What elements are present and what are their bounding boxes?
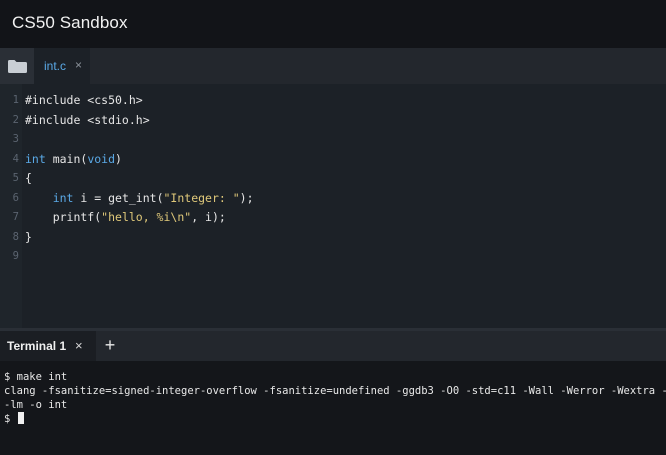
folder-icon bbox=[8, 60, 27, 73]
code-line[interactable]: 4 int main(void) bbox=[0, 150, 666, 170]
close-icon[interactable]: × bbox=[75, 338, 83, 353]
code-line[interactable]: 9 bbox=[0, 247, 666, 267]
code-token: ); bbox=[239, 190, 254, 205]
code-line[interactable]: 8} bbox=[0, 228, 666, 248]
terminal-cursor bbox=[17, 412, 24, 424]
terminal-tab-bar: Terminal 1 × + bbox=[0, 331, 666, 361]
code-line[interactable]: 5{ bbox=[0, 169, 666, 189]
code-editor[interactable]: 1 #include <cs50.h> 2 #include <stdio.h> 3 4 i… bbox=[0, 84, 666, 328]
close-icon[interactable]: × bbox=[75, 58, 82, 72]
file-browser-toggle-button[interactable] bbox=[0, 48, 34, 84]
tab-label: int.c bbox=[44, 59, 67, 73]
code-line[interactable]: 3 bbox=[0, 130, 666, 150]
code-token: int bbox=[25, 151, 46, 166]
terminal-output[interactable]: $ make int clang -fsanitize=signed-integ… bbox=[0, 361, 666, 455]
line-number: 6 bbox=[12, 191, 19, 204]
code-token: "Integer: " bbox=[163, 190, 240, 205]
code-token: #include <stdio.h> bbox=[25, 112, 150, 127]
title-bar: CS50 Sandbox bbox=[0, 0, 666, 48]
code-token: void bbox=[87, 151, 116, 166]
tab-int-c[interactable]: int.c × bbox=[34, 48, 90, 84]
line-number: 2 bbox=[12, 113, 19, 126]
terminal-line: clang -fsanitize=signed-integer-overflow… bbox=[4, 385, 666, 397]
code-token: , i); bbox=[191, 210, 226, 224]
tab-terminal-1[interactable]: Terminal 1 × bbox=[0, 331, 96, 361]
line-code: { bbox=[25, 169, 32, 189]
code-token: } bbox=[25, 229, 32, 244]
code-token: printf( bbox=[25, 210, 102, 224]
code-token: "hello, %i\n" bbox=[101, 210, 192, 224]
code-line[interactable]: 1 #include <cs50.h> bbox=[0, 91, 666, 111]
line-number: 1 bbox=[12, 94, 19, 106]
app-title: CS50 Sandbox bbox=[12, 13, 128, 32]
line-number: 5 bbox=[12, 172, 19, 184]
line-number: 9 bbox=[12, 250, 19, 262]
line-code: #include <cs50.h> bbox=[25, 91, 143, 111]
terminal-line: -lm -o int bbox=[4, 399, 68, 411]
code-token: #include <cs50.h> bbox=[25, 93, 143, 107]
code-token: i = get_int( bbox=[73, 190, 164, 205]
line-code: int i = get_int("Integer: "); bbox=[25, 189, 254, 209]
line-number: 8 bbox=[12, 230, 19, 243]
code-line[interactable]: 6 int i = get_int("Integer: "); bbox=[0, 189, 666, 209]
line-number: 4 bbox=[12, 152, 19, 165]
editor-tab-bar: int.c × bbox=[0, 48, 666, 84]
terminal-prompt: $ bbox=[4, 413, 17, 425]
line-code: int main(void) bbox=[25, 150, 122, 170]
code-line[interactable]: 7 printf("hello, %i\n", i); bbox=[0, 208, 666, 228]
terminal-tab-label: Terminal 1 bbox=[7, 339, 67, 353]
code-line[interactable]: 2 #include <stdio.h> bbox=[0, 111, 666, 131]
terminal-line: $ make int bbox=[4, 371, 68, 383]
line-code: printf("hello, %i\n", i); bbox=[25, 208, 226, 228]
line-number: 3 bbox=[12, 133, 19, 145]
line-number: 7 bbox=[12, 211, 19, 223]
new-terminal-button[interactable]: + bbox=[101, 334, 119, 356]
code-token: { bbox=[25, 171, 32, 185]
line-code: } bbox=[25, 228, 32, 248]
code-token: main( bbox=[45, 151, 88, 166]
code-token: ) bbox=[115, 151, 122, 166]
code-token: int bbox=[52, 190, 74, 205]
line-code: #include <stdio.h> bbox=[25, 111, 150, 131]
terminal-prompt-line[interactable]: $ bbox=[4, 412, 666, 426]
